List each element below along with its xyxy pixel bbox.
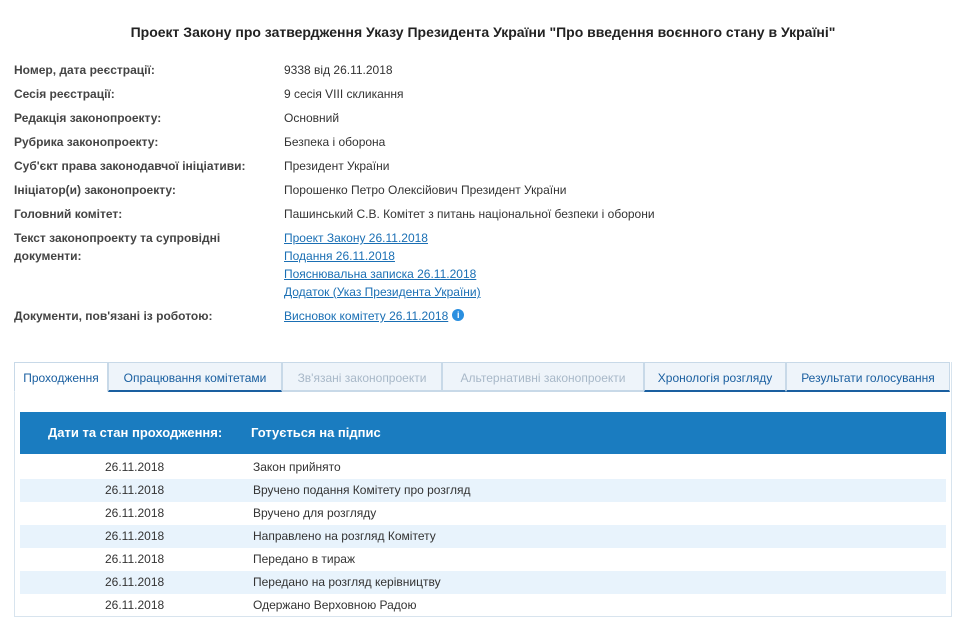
tab-voting-results[interactable]: Результати голосування bbox=[786, 362, 950, 392]
field-value: Порошенко Петро Олексійович Президент Ук… bbox=[284, 183, 567, 197]
row-date: 26.11.2018 bbox=[105, 552, 165, 566]
row-status: Закон прийнято bbox=[253, 460, 341, 474]
tab-chronology[interactable]: Хронологія розгляду bbox=[644, 362, 786, 392]
tab-bar: Проходження Опрацювання комітетами Зв'яз… bbox=[14, 362, 952, 394]
field-label: Ініціатор(и) законопроекту: bbox=[14, 183, 176, 197]
tab-alternative-bills: Альтернативні законопроекти bbox=[442, 362, 644, 392]
header-status: Готується на підпис bbox=[251, 425, 381, 440]
field-label: Головний комітет: bbox=[14, 207, 123, 221]
row-date: 26.11.2018 bbox=[105, 460, 165, 474]
field-label: Номер, дата реєстрації: bbox=[14, 63, 155, 77]
field-label: Редакція законопроекту: bbox=[14, 111, 162, 125]
document-link-submission[interactable]: Подання 26.11.2018 bbox=[284, 247, 481, 265]
row-status: Направлено на розгляд Комітету bbox=[253, 529, 436, 543]
documents-label-line1: Текст законопроекту та супровідні bbox=[14, 231, 221, 245]
tab-progress[interactable]: Проходження bbox=[14, 362, 108, 392]
field-label: Рубрика законопроекту: bbox=[14, 135, 159, 149]
document-link-appendix[interactable]: Додаток (Указ Президента України) bbox=[284, 283, 481, 301]
page-title: Проект Закону про затвердження Указу Пре… bbox=[130, 24, 836, 40]
table-row: 26.11.2018 Передано в тираж bbox=[20, 548, 946, 571]
row-date: 26.11.2018 bbox=[105, 575, 165, 589]
table-row: 26.11.2018 Передано на розгляд керівницт… bbox=[20, 571, 946, 594]
field-label: Суб'єкт права законодавчої ініціативи: bbox=[14, 159, 246, 173]
header-label: Дати та стан проходження: bbox=[48, 425, 223, 440]
row-status: Передано в тираж bbox=[253, 552, 355, 566]
table-row: 26.11.2018 Вручено для розгляду bbox=[20, 502, 946, 525]
row-date: 26.11.2018 bbox=[105, 598, 165, 612]
tab-linked-bills: Зв'язані законопроекти bbox=[282, 362, 442, 392]
field-label: Сесія реєстрації: bbox=[14, 87, 115, 101]
row-date: 26.11.2018 bbox=[105, 529, 165, 543]
row-status: Передано на розгляд керівництву bbox=[253, 575, 441, 589]
field-value: 9338 від 26.11.2018 bbox=[284, 63, 393, 77]
row-date: 26.11.2018 bbox=[105, 506, 165, 520]
status-table-header: Дати та стан проходження: Готується на п… bbox=[20, 412, 946, 454]
field-value: Основний bbox=[284, 111, 340, 125]
table-row: 26.11.2018 Вручено подання Комітету про … bbox=[20, 479, 946, 502]
documents-label-line2: документи: bbox=[14, 249, 82, 263]
field-label: Документи, пов'язані із роботою: bbox=[14, 309, 213, 323]
documents-links: Проект Закону 26.11.2018 Подання 26.11.2… bbox=[284, 229, 481, 301]
bill-page: Проект Закону про затвердження Указу Пре… bbox=[0, 0, 954, 621]
table-row: 26.11.2018 Направлено на розгляд Комітет… bbox=[20, 525, 946, 548]
field-value: Безпека і оборона bbox=[284, 135, 386, 149]
field-value: Пашинський С.В. Комітет з питань націона… bbox=[284, 207, 655, 221]
related-value: Висновок комітету 26.11.2018 i bbox=[284, 307, 465, 325]
tab-committees[interactable]: Опрацювання комітетами bbox=[108, 362, 282, 392]
field-value: Президент України bbox=[284, 159, 390, 173]
field-label: Текст законопроекту та супровідні докуме… bbox=[14, 229, 264, 265]
table-row: 26.11.2018 Закон прийнято bbox=[20, 456, 946, 479]
row-status: Вручено для розгляду bbox=[253, 506, 377, 520]
document-link-bill[interactable]: Проект Закону 26.11.2018 bbox=[284, 229, 481, 247]
related-link-conclusion[interactable]: Висновок комітету 26.11.2018 bbox=[284, 309, 448, 323]
table-row: 26.11.2018 Одержано Верховною Радою bbox=[20, 594, 946, 617]
document-link-explanatory-note[interactable]: Пояснювальна записка 26.11.2018 bbox=[284, 265, 481, 283]
row-status: Одержано Верховною Радою bbox=[253, 598, 417, 612]
field-value: 9 сесія VIII скликання bbox=[284, 87, 404, 101]
info-icon[interactable]: i bbox=[452, 309, 465, 321]
row-date: 26.11.2018 bbox=[105, 483, 165, 497]
row-status: Вручено подання Комітету про розгляд bbox=[253, 483, 471, 497]
